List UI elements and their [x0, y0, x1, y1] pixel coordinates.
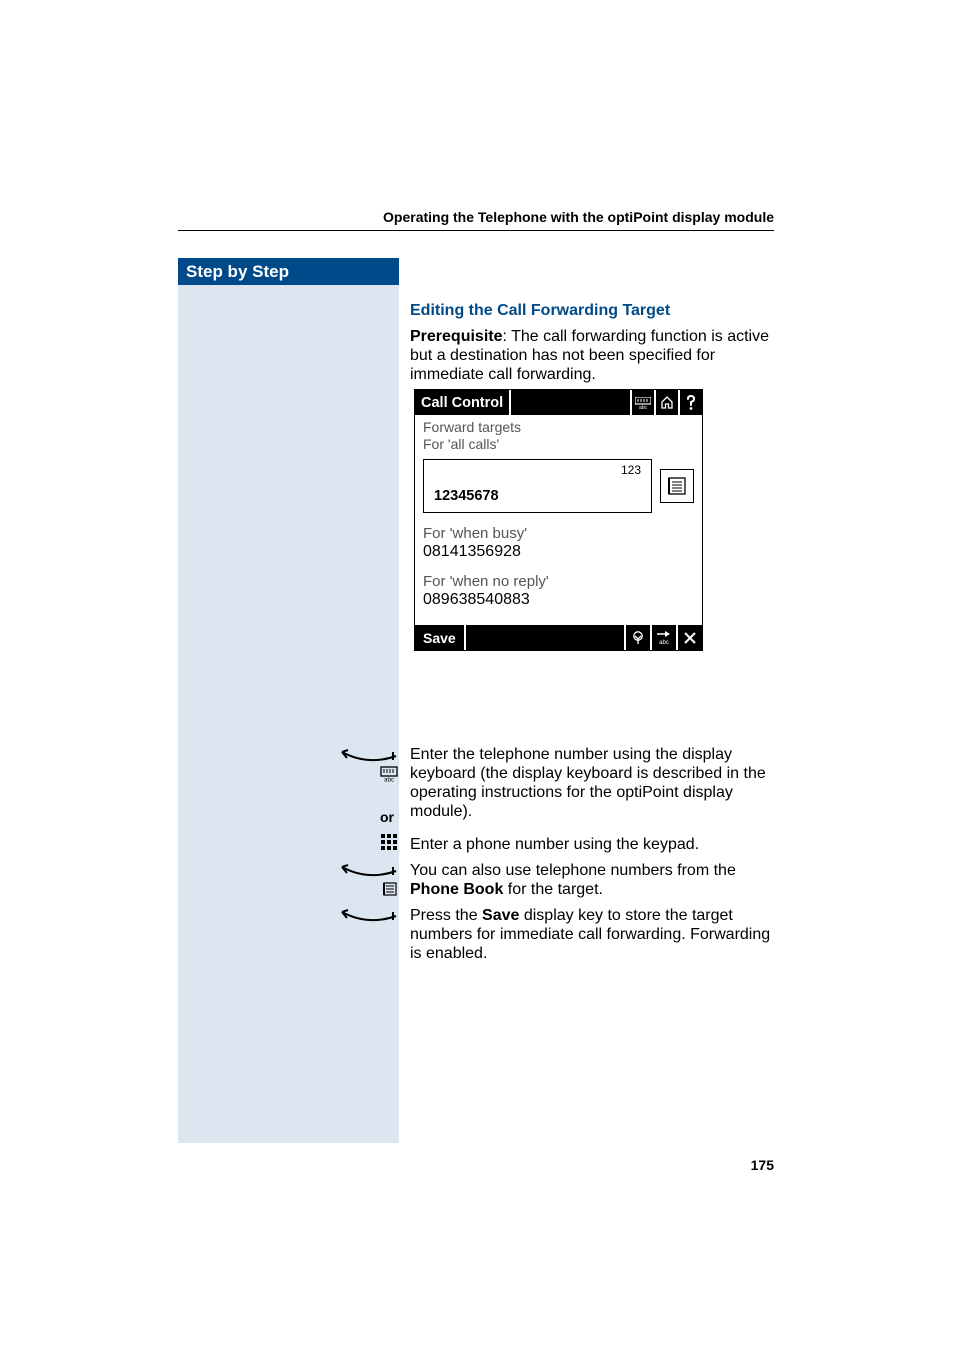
page-number: 175 — [751, 1157, 774, 1173]
input-row: 123 12345678 — [415, 455, 702, 521]
when-noreply-value: 089638540883 — [423, 591, 694, 609]
arrow-icon — [338, 908, 398, 924]
sidebar-header: Step by Step — [178, 258, 399, 285]
when-busy-label: For 'when busy' — [423, 525, 694, 542]
svg-text:abc: abc — [659, 640, 669, 645]
prerequisite-label: Prerequisite — [410, 328, 502, 345]
arrow-icon — [338, 863, 398, 879]
scroll-down-icon[interactable] — [624, 625, 650, 650]
step3-pre: You can also use telephone numbers from … — [410, 862, 736, 879]
phonebook-icon — [382, 881, 398, 897]
step3-text: You can also use telephone numbers from … — [410, 861, 774, 899]
input-mode-label: 123 — [621, 463, 641, 477]
keypad-icon — [380, 833, 398, 851]
when-noreply-section: For 'when no reply' 089638540883 — [415, 569, 702, 625]
when-noreply-label: For 'when no reply' — [423, 573, 694, 590]
step2-glyphs — [320, 833, 398, 851]
forward-number-input[interactable]: 123 12345678 — [423, 459, 652, 513]
step3-glyphs — [320, 862, 398, 898]
close-icon[interactable] — [676, 625, 702, 650]
forward-targets-section: Forward targets For 'all calls' — [415, 415, 702, 455]
when-busy-value: 08141356928 — [423, 543, 694, 561]
forward-targets-label: Forward targets — [423, 419, 694, 435]
svg-text:abc: abc — [384, 777, 394, 782]
step2-text: Enter a phone number using the keypad. — [410, 835, 774, 854]
step4-bold: Save — [482, 907, 519, 924]
next-abc-icon[interactable]: abc — [650, 625, 676, 650]
input-value: 12345678 — [434, 488, 499, 504]
phonebook-lookup-button[interactable] — [660, 469, 694, 503]
save-button[interactable]: Save — [415, 625, 466, 650]
call-control-panel: Call Control abc — [414, 389, 703, 651]
when-busy-section: For 'when busy' 08141356928 — [415, 521, 702, 569]
panel-title: Call Control — [415, 390, 511, 415]
all-calls-label: For 'all calls' — [423, 436, 694, 452]
panel-bottombar: Save abc — [415, 625, 702, 650]
section-heading: Editing the Call Forwarding Target — [410, 302, 670, 320]
step3-bold: Phone Book — [410, 881, 503, 898]
sidebar-body — [178, 285, 399, 1143]
step4-text: Press the Save display key to store the … — [410, 906, 774, 963]
home-icon[interactable] — [654, 390, 678, 415]
svg-text:abc: abc — [639, 405, 648, 409]
display-keyboard-icon: abc — [380, 766, 398, 782]
step1-glyphs: abc — [320, 747, 398, 783]
prerequisite-text: Prerequisite: The call forwarding functi… — [410, 327, 774, 384]
running-header: Operating the Telephone with the optiPoi… — [178, 209, 774, 225]
step4-glyphs — [320, 907, 398, 925]
step1-text: Enter the telephone number using the dis… — [410, 745, 774, 821]
panel-titlebar: Call Control abc — [415, 390, 702, 415]
or-label: or — [178, 809, 394, 825]
step3-post: for the target. — [503, 881, 603, 898]
help-icon[interactable] — [678, 390, 702, 415]
header-rule — [178, 230, 774, 231]
keyboard-mode-icon[interactable]: abc — [630, 390, 654, 415]
step4-pre: Press the — [410, 907, 482, 924]
arrow-icon — [338, 748, 398, 764]
